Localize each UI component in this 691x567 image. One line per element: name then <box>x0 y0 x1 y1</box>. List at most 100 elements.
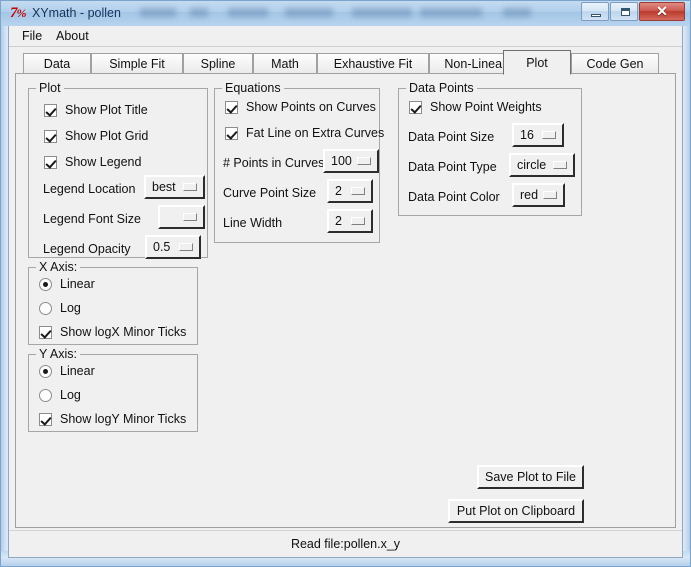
optionmenu-value: 2 <box>329 214 347 228</box>
ghost-artifact-6 <box>420 8 482 17</box>
label-data-point-size: Data Point Size <box>408 129 494 145</box>
dropdown-indicator-icon <box>183 183 197 191</box>
checkbox-show-point-weights[interactable]: Show Point Weights <box>409 100 542 114</box>
maximize-icon <box>621 8 630 16</box>
tab-spline[interactable]: Spline <box>183 53 253 74</box>
status-text: Read file:pollen.x_y <box>291 537 400 551</box>
dropdown-indicator-icon <box>542 131 556 139</box>
optionmenu-value: 100 <box>325 154 353 168</box>
checkbox-label: Show Plot Title <box>65 103 148 117</box>
radio-label: Log <box>60 301 81 315</box>
checkbox-label: Show logX Minor Ticks <box>60 325 186 339</box>
checkbox-label: Show Legend <box>65 155 141 169</box>
maximize-button[interactable] <box>610 2 638 21</box>
checkbox-fat-line-on-extra-curves[interactable]: Fat Line on Extra Curves <box>225 126 384 140</box>
checkbox-icon <box>44 156 57 169</box>
optionmenu-value: 2 <box>329 184 347 198</box>
group-y-axis-title: Y Axis: <box>36 347 80 361</box>
label-num-points-in-curves: # Points in Curves <box>223 155 324 171</box>
checkbox-icon <box>409 101 422 114</box>
tab-plot[interactable]: Plot <box>503 50 571 75</box>
minimize-icon <box>591 14 601 17</box>
title-bar[interactable]: 7% XYmath - pollen ✕ <box>0 0 691 26</box>
save-plot-to-file-button[interactable]: Save Plot to File <box>477 465 584 489</box>
group-data-points: Data Points Show Point Weights Data Poin… <box>398 88 582 216</box>
checkbox-show-legend[interactable]: Show Legend <box>44 155 141 169</box>
ghost-artifact-7 <box>503 8 531 17</box>
minimize-button[interactable] <box>581 2 609 21</box>
label-legend-font-size: Legend Font Size <box>43 211 141 227</box>
dropdown-indicator-icon <box>357 157 371 165</box>
radio-label: Linear <box>60 277 95 291</box>
close-icon: ✕ <box>640 3 684 20</box>
radio-y-axis-linear[interactable]: Linear <box>39 364 95 378</box>
checkbox-show-logy-minor-ticks[interactable]: Show logY Minor Ticks <box>39 412 186 426</box>
label-curve-point-size: Curve Point Size <box>223 185 316 201</box>
label-data-point-color: Data Point Color <box>408 189 500 205</box>
optionmenu-legend-opacity[interactable]: 0.5 <box>145 235 201 259</box>
label-legend-opacity: Legend Opacity <box>43 241 131 257</box>
ghost-artifact-1 <box>140 8 176 17</box>
optionmenu-line-width[interactable]: 2 <box>327 209 373 233</box>
radio-y-axis-log[interactable]: Log <box>39 388 81 402</box>
group-plot: Plot Show Plot Title Show Plot Grid Show… <box>28 88 208 258</box>
dropdown-indicator-icon <box>351 187 365 195</box>
optionmenu-legend-location[interactable]: best <box>144 175 205 199</box>
checkbox-show-plot-title[interactable]: Show Plot Title <box>44 103 148 117</box>
checkbox-label: Fat Line on Extra Curves <box>246 126 384 140</box>
radio-label: Linear <box>60 364 95 378</box>
tab-strip: Data Simple Fit Spline Math Exhaustive F… <box>15 50 676 74</box>
ghost-artifact-5 <box>352 8 412 17</box>
tab-code-gen[interactable]: Code Gen <box>571 53 659 74</box>
group-x-axis-title: X Axis: <box>36 260 80 274</box>
label-line-width: Line Width <box>223 215 282 231</box>
tab-exhaustive-fit[interactable]: Exhaustive Fit <box>317 53 429 74</box>
radio-icon <box>39 302 52 315</box>
put-plot-on-clipboard-button[interactable]: Put Plot on Clipboard <box>448 499 584 523</box>
optionmenu-data-point-size[interactable]: 16 <box>512 123 564 147</box>
window-frame-right <box>683 0 691 567</box>
close-button[interactable]: ✕ <box>639 2 685 21</box>
tab-simple-fit[interactable]: Simple Fit <box>91 53 183 74</box>
dropdown-indicator-icon <box>553 161 567 169</box>
application-window: 7% XYmath - pollen ✕ File About Data Sim… <box>0 0 691 567</box>
dropdown-indicator-icon <box>179 243 193 251</box>
radio-icon <box>39 365 52 378</box>
checkbox-show-logx-minor-ticks[interactable]: Show logX Minor Ticks <box>39 325 186 339</box>
checkbox-show-points-on-curves[interactable]: Show Points on Curves <box>225 100 376 114</box>
label-data-point-type: Data Point Type <box>408 159 497 175</box>
menu-item-file[interactable]: File <box>17 28 47 44</box>
optionmenu-legend-font-size[interactable] <box>158 205 205 229</box>
checkbox-icon <box>39 326 52 339</box>
optionmenu-num-points-in-curves[interactable]: 100 <box>323 149 379 173</box>
radio-x-axis-log[interactable]: Log <box>39 301 81 315</box>
optionmenu-value: 16 <box>514 128 538 142</box>
menu-item-about[interactable]: About <box>51 28 94 44</box>
optionmenu-curve-point-size[interactable]: 2 <box>327 179 373 203</box>
app-icon[interactable]: 7% <box>10 4 28 22</box>
group-x-axis: X Axis: Linear Log Show logX Minor Ticks <box>28 267 198 345</box>
tab-data[interactable]: Data <box>23 53 91 74</box>
window-title: XYmath - pollen <box>32 4 121 22</box>
ghost-artifact-4 <box>285 8 333 17</box>
radio-label: Log <box>60 388 81 402</box>
menu-bar: File About <box>9 26 682 47</box>
optionmenu-data-point-type[interactable]: circle <box>509 153 575 177</box>
checkbox-label: Show Point Weights <box>430 100 542 114</box>
tab-notebook: Data Simple Fit Spline Math Exhaustive F… <box>15 50 676 528</box>
checkbox-icon <box>225 127 238 140</box>
dropdown-indicator-icon <box>183 213 197 221</box>
checkbox-label: Show Plot Grid <box>65 129 148 143</box>
radio-x-axis-linear[interactable]: Linear <box>39 277 95 291</box>
label-legend-location: Legend Location <box>43 181 135 197</box>
group-data-points-title: Data Points <box>406 81 477 95</box>
checkbox-label: Show logY Minor Ticks <box>60 412 186 426</box>
optionmenu-value: 0.5 <box>147 240 175 254</box>
dropdown-indicator-icon <box>543 191 557 199</box>
optionmenu-data-point-color[interactable]: red <box>512 183 565 207</box>
checkbox-icon <box>225 101 238 114</box>
checkbox-show-plot-grid[interactable]: Show Plot Grid <box>44 129 148 143</box>
optionmenu-value: circle <box>511 158 549 172</box>
tab-math[interactable]: Math <box>253 53 317 74</box>
ghost-artifact-2 <box>190 8 208 17</box>
